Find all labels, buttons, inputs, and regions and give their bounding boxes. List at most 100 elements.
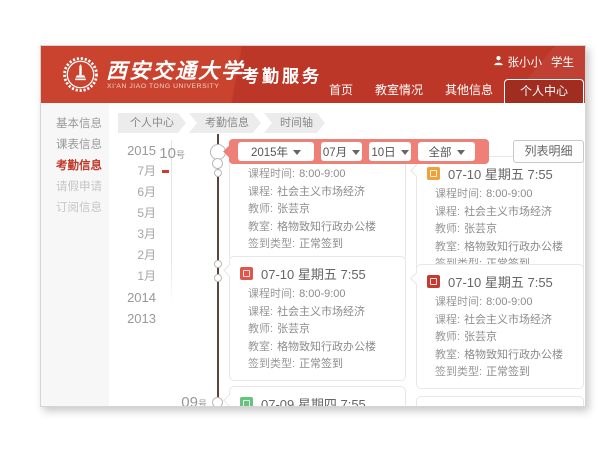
card-field: 教师: 张芸京 [248,201,397,219]
field-label: 教师: [435,331,460,343]
card-field: 教师:张芸京 [435,329,575,347]
attendance-card[interactable]: 07-10 星期五 7:55课程时间:8:00-9:00课程:社会主义市场经济教… [416,264,584,389]
timeline-nav-item[interactable]: 1月 [99,266,156,287]
timeline-nav-item[interactable]: 2015 [99,140,156,161]
field-label: 签到类型: [248,358,295,370]
card-field: 课程时间:8:00-9:00 [435,186,575,204]
calendar-badge-icon [427,167,440,180]
card-field: 教师: 张芸京 [248,321,397,339]
breadcrumb: 个人中心考勤信息时间轴 [118,113,325,133]
timeline-node [214,260,222,268]
card-field: 课程:社会主义市场经济 [248,304,397,322]
card-body: 课程时间: 8:00-9:00 课程: 社会主义市场经济教师: 张芸京教室: 格物致知行政… [230,152,405,260]
card-field: 教室:格物致知行政办公楼 [248,339,397,357]
card-field: 课程: 社会主义市场经济 [435,204,575,222]
card-title: 07-10 星期五 7:55 [448,272,553,291]
field-label: 教师: [435,223,460,235]
timeline-nav-item[interactable]: 5月 [99,203,156,224]
attendance-card[interactable]: 课程时间: 8:00-9:00 课程: 社会主义市场经济教师: 张芸京教室: 格物致知行政… [229,151,406,261]
year-select[interactable]: 2015年 [238,142,314,161]
timeline-nav-item[interactable]: 3月 [99,224,156,245]
card-field: 签到类型: 正常签到 [248,356,397,374]
card-field: 课程时间: 8:00-9:00 [248,166,397,184]
user-info[interactable]: 张小小 学生 [493,54,575,70]
field-value: 正常签到 [299,358,343,370]
field-label: 课程时间: [435,296,482,308]
month-select[interactable]: 07月 [321,142,362,161]
timeline-nav-item[interactable]: 2014 [99,287,156,308]
day-marker: 09号 [163,394,207,407]
field-label: 课程: [248,306,273,318]
field-label: 教室: [248,341,273,353]
field-value: 张芸京 [277,203,310,215]
nav-item[interactable]: 其他信息 [434,78,504,103]
calendar-badge-icon [427,275,440,288]
field-label: 课程: [248,186,273,198]
day-marker: 10号 [153,145,185,163]
card-field: 课程时间: 8:00-9:00 [248,286,397,304]
nav-item[interactable]: 首页 [318,78,364,103]
breadcrumb-item[interactable]: 考勤信息 [189,113,261,133]
field-label: 课程: [435,206,460,218]
university-name-cn: 西安交通大学 [106,55,244,85]
day-select[interactable]: 10日 [369,142,411,161]
app-header: 西安交通大学 XI'AN JIAO TONG UNIVERSITY 考勤服务 张… [41,46,585,103]
chevron-down-icon [457,150,465,159]
field-label: 教师: [248,323,273,335]
field-value: 社会主义市场经济 [277,186,365,198]
sidebar-item[interactable]: 基本信息 [41,114,109,135]
filter-bar: 2015年 07月 10日 全部 [229,139,489,164]
card-field: 课程: 社会主义市场经济 [248,184,397,202]
field-value: 格物致知行政办公楼 [277,221,376,233]
field-label: 课程时间: [248,288,295,300]
field-label: 课程: [435,314,460,326]
field-value: 社会主义市场经济 [464,206,552,218]
field-label: 课程时间: [248,168,295,180]
field-value: 张芸京 [277,323,310,335]
field-label: 教室: [248,221,273,233]
attendance-card[interactable]: 07-10 星期五 7:55课程时间:8:00-9:00课程:社会主义市场经济教… [229,256,406,381]
field-value: 社会主义市场经济 [464,314,552,326]
nav-item[interactable]: 教室情况 [364,78,434,103]
timeline-nav-item[interactable]: 6月 [99,182,156,203]
breadcrumb-item[interactable]: 个人中心 [118,113,186,133]
timeline-nav-item[interactable]: 2月 [99,245,156,266]
card-field: 课程时间: 8:00-9:00 [435,294,575,312]
attendance-card[interactable]: 07-10 星期五 7:55课程时间:8:00-9:00课程:社会主义市场经济教… [416,156,584,281]
app-window: 西安交通大学 XI'AN JIAO TONG UNIVERSITY 考勤服务 张… [40,45,586,407]
main-nav: 首页教室情况其他信息个人中心 [318,78,584,103]
timeline-nav-item[interactable]: 2013 [99,308,156,329]
nav-item-active[interactable]: 个人中心 [504,79,584,103]
field-label: 签到类型: [248,238,295,250]
card-header: 07-10 星期五 7:55 [417,265,583,291]
attendance-card[interactable] [416,396,584,407]
field-value: 8:00-9:00 [486,188,532,200]
user-icon [493,55,504,69]
field-label: 教师: [248,203,273,215]
card-field: 教师: 张芸京 [435,221,575,239]
field-value: 8:00-9:00 [486,296,532,308]
field-value: 8:00-9:00 [299,288,345,300]
field-label: 教室: [435,241,460,253]
university-name-en: XI'AN JIAO TONG UNIVERSITY [107,83,219,90]
list-detail-button[interactable]: 列表明细 [513,140,584,163]
calendar-badge-icon [240,267,253,280]
card-header: 07-10 星期五 7:55 [230,257,405,283]
card-field: 教室: 格物致知行政办公楼 [248,219,397,237]
timeline-node [214,274,222,282]
timeline-nav-item[interactable]: 7月 [99,161,156,182]
breadcrumb-item[interactable]: 时间轴 [264,113,325,133]
field-value: 张芸京 [464,223,497,235]
university-logo [62,56,99,98]
type-select[interactable]: 全部 [418,142,475,161]
card-field: 教室:格物致知行政办公楼 [435,347,575,365]
field-value: 8:00-9:00 [299,168,345,180]
chevron-down-icon [401,150,409,159]
chevron-down-icon [293,150,301,159]
field-value: 格物致知行政办公楼 [464,241,563,253]
timeline-year-nav: 20157月6月5月3月2月1月20142013 [99,140,156,329]
attendance-card[interactable]: 07-09 星期四 7:55课程时间:8:00-9:00课程:社会主义市场经济教… [229,386,406,407]
current-month-marker [162,170,169,173]
timeline-node [214,169,222,177]
card-body: 课程时间: 8:00-9:00 课程:社会主义市场经济教师: 张芸京教室:格物致知行政… [230,283,405,380]
